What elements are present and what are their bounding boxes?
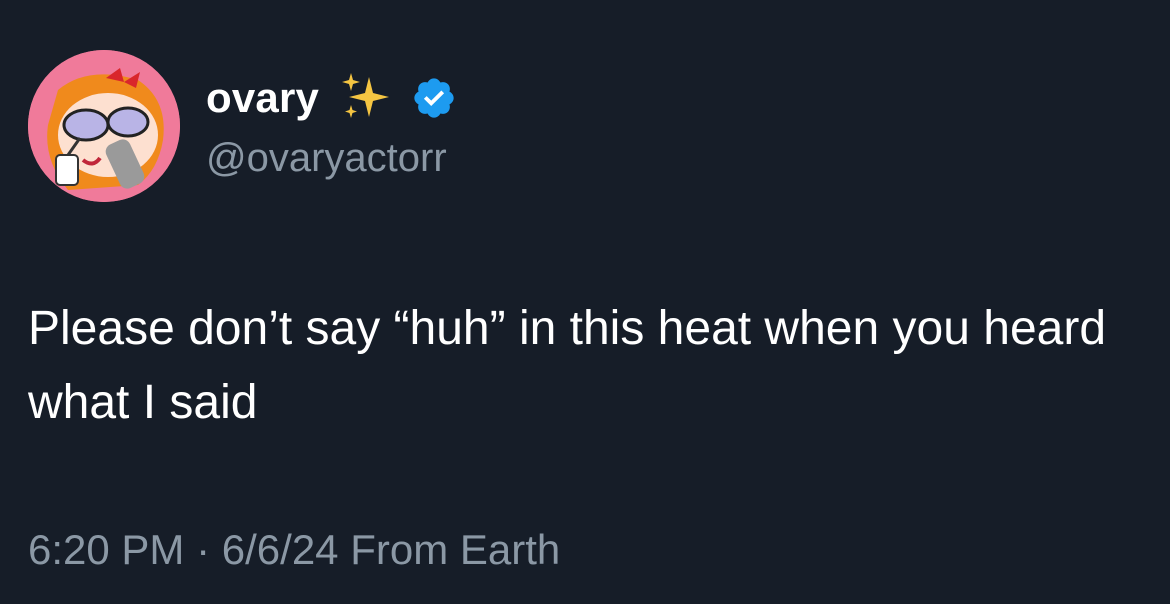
display-name[interactable]: ovary [206, 74, 319, 122]
avatar[interactable] [28, 50, 180, 202]
tweet-meta: 6:20 PM · 6/6/24 From Earth [28, 526, 560, 574]
sparkles-icon [342, 73, 390, 118]
tweet-date[interactable]: 6/6/24 [222, 526, 339, 573]
tweet-card: ovary @ovaryactorr Please don’t say “huh… [0, 0, 1170, 604]
tweet-text: Please don’t say “huh” in this heat when… [28, 302, 1107, 429]
verified-badge-icon[interactable] [411, 75, 457, 121]
author-handle[interactable]: @ovaryactorr [206, 136, 447, 181]
tweet-source: From Earth [350, 526, 561, 573]
tweet-time[interactable]: 6:20 PM [28, 526, 184, 573]
author-name-row: ovary [206, 66, 457, 130]
meta-separator: · [196, 526, 211, 573]
avatar-image [28, 50, 180, 202]
